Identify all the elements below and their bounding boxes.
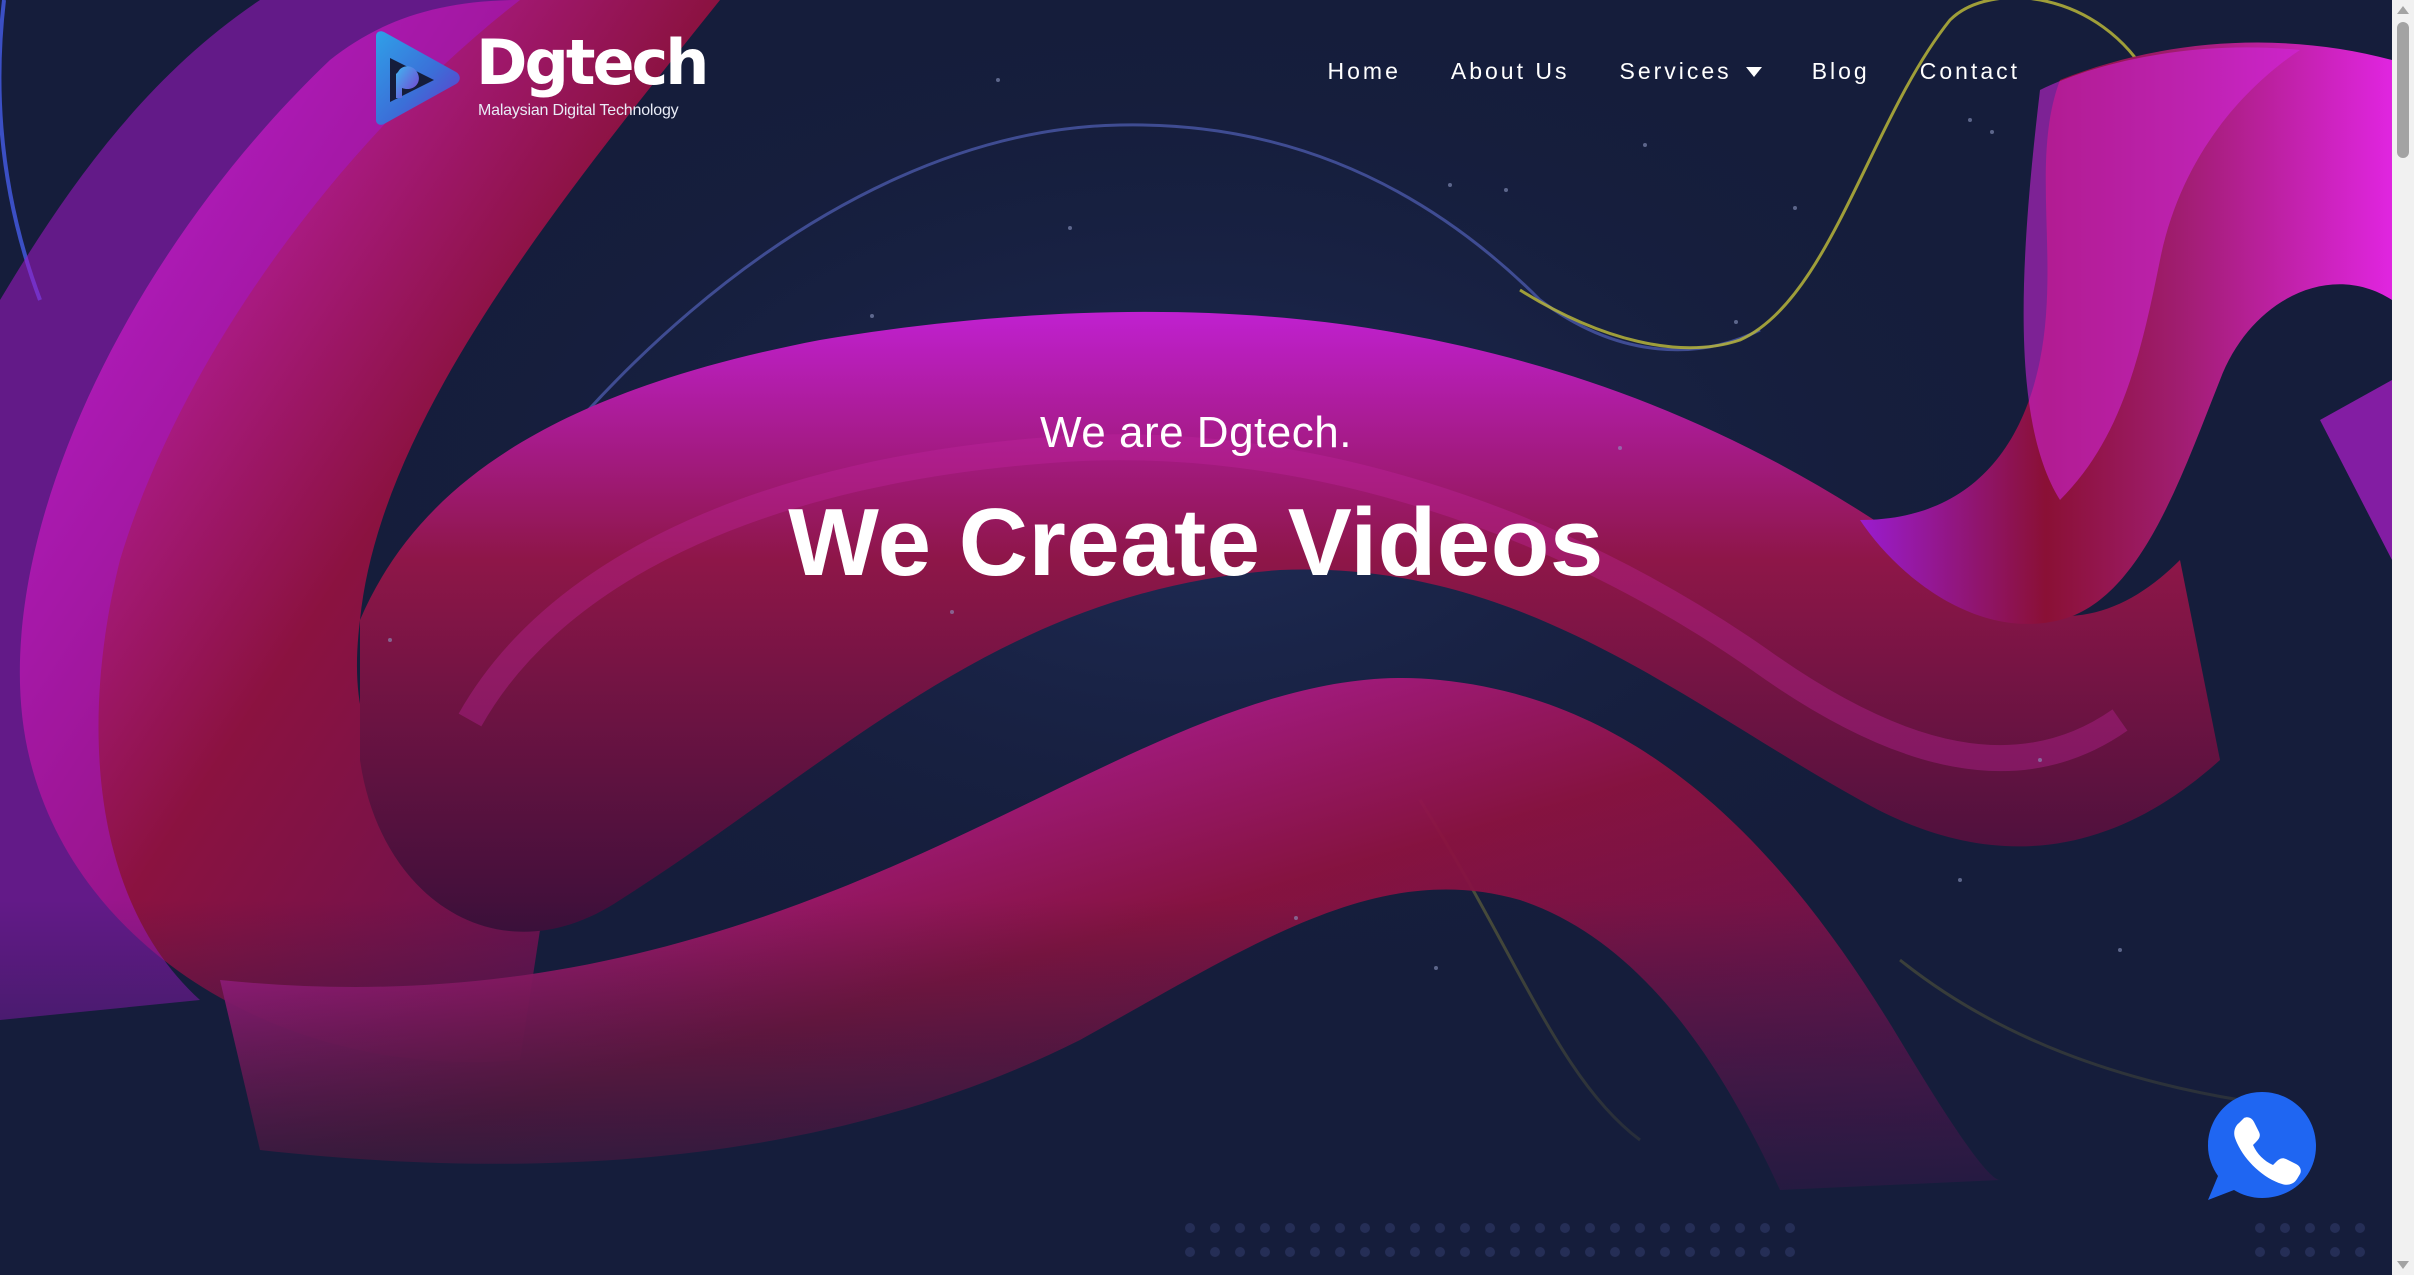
nav-item-label: Home bbox=[1327, 58, 1401, 84]
main-nav: Home About Us Services Blog Contact bbox=[1328, 58, 2020, 85]
nav-item-label: Services bbox=[1619, 58, 1732, 84]
site-logo[interactable]: Dgtech Malaysian Digital Technology bbox=[368, 26, 709, 126]
nav-item-label: Contact bbox=[1919, 58, 2020, 84]
scrollbar-thumb[interactable] bbox=[2397, 22, 2409, 158]
brand-name: Dgtech bbox=[476, 26, 709, 99]
site-header: Dgtech Malaysian Digital Technology Home… bbox=[0, 0, 2392, 160]
scroll-up-arrow-icon[interactable] bbox=[2397, 6, 2409, 14]
nav-item-services[interactable]: Services bbox=[1619, 58, 1762, 85]
nav-item-home[interactable]: Home bbox=[1328, 58, 1401, 85]
whatsapp-phone-icon[interactable] bbox=[2204, 1088, 2320, 1200]
play-triangle-logo-icon bbox=[376, 31, 460, 125]
nav-item-label: Blog bbox=[1811, 58, 1870, 84]
hero-section: Dgtech Malaysian Digital Technology Home… bbox=[0, 0, 2392, 1275]
nav-item-contact[interactable]: Contact bbox=[1920, 58, 2020, 85]
hero-subtitle: We are Dgtech. bbox=[1040, 408, 1352, 457]
chevron-down-icon bbox=[1745, 66, 1762, 77]
nav-item-about-us[interactable]: About Us bbox=[1451, 58, 1570, 85]
page-scrollbar[interactable] bbox=[2392, 0, 2414, 1275]
hero-background-art bbox=[0, 0, 2392, 1275]
scroll-down-arrow-icon[interactable] bbox=[2397, 1261, 2409, 1269]
hero-title: We Create Videos bbox=[788, 489, 1604, 596]
brand-tagline: Malaysian Digital Technology bbox=[478, 102, 679, 119]
nav-item-label: About Us bbox=[1450, 58, 1570, 84]
nav-item-blog[interactable]: Blog bbox=[1812, 58, 1870, 85]
